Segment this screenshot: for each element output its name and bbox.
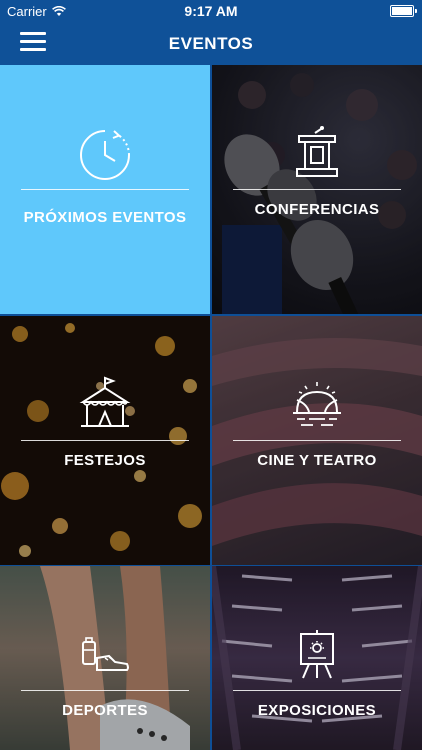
tile-label: CONFERENCIAS	[254, 201, 380, 218]
tile-exposiciones[interactable]: EXPOSICIONES	[212, 566, 422, 750]
sports-shoe-bottle-icon	[82, 637, 129, 671]
navigation-bar: EVENTOS	[0, 22, 422, 65]
tile-cine-y-teatro[interactable]: CINE Y TEATRO	[212, 316, 422, 565]
tile-label: CINE Y TEATRO	[257, 452, 377, 469]
tile-label: PRÓXIMOS EVENTOS	[23, 209, 187, 226]
theater-stage-icon	[293, 382, 341, 426]
tile-conferencias[interactable]: CONFERENCIAS	[212, 65, 422, 314]
tile-label: EXPOSICIONES	[257, 702, 377, 719]
easel-icon	[300, 630, 334, 679]
tile-label: FESTEJOS	[64, 452, 146, 469]
divider	[233, 440, 401, 441]
divider	[21, 440, 189, 441]
status-bar: Carrier 9:17 AM	[0, 0, 422, 22]
tile-label: DEPORTES	[62, 702, 148, 719]
events-grid: PRÓXIMOS EVENTOS CONFERENCIAS FESTEJOS C…	[0, 65, 422, 750]
podium-icon	[296, 126, 338, 177]
clock-icon	[80, 130, 130, 180]
battery-icon	[390, 5, 417, 17]
page-title: EVENTOS	[168, 34, 254, 53]
divider	[21, 690, 189, 691]
tile-festejos[interactable]: FESTEJOS	[0, 316, 210, 565]
circus-tent-icon	[79, 376, 131, 427]
tile-proximos-eventos[interactable]: PRÓXIMOS EVENTOS	[0, 65, 210, 314]
divider	[233, 189, 401, 190]
divider	[233, 690, 401, 691]
tile-deportes[interactable]: DEPORTES	[0, 566, 210, 750]
status-time: 9:17 AM	[184, 3, 238, 19]
divider	[21, 189, 189, 190]
